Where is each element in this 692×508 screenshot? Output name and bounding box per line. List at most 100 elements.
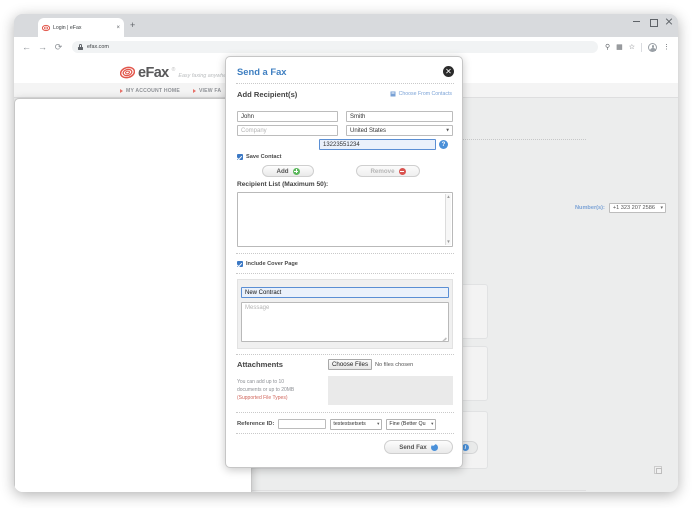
- modal-divider-cover: [236, 273, 454, 274]
- quality-select-2[interactable]: Fine (Better Qu: [386, 419, 436, 430]
- attachment-drop-area[interactable]: [328, 376, 453, 405]
- new-tab-button[interactable]: +: [130, 21, 135, 30]
- close-glyph: ✕: [445, 68, 452, 76]
- profile-avatar[interactable]: [648, 43, 657, 52]
- browser-toolbar: ← → ⟳ efax.com ⚲ ▦ ☆ ⋮: [14, 37, 678, 57]
- remove-button-label: Remove: [370, 168, 394, 175]
- upload-note: You can add up to 10 documents or up to …: [237, 379, 325, 402]
- minimize-icon[interactable]: [633, 18, 640, 25]
- nav-item-label: VIEW FA: [199, 88, 221, 94]
- upload-note-line2: documents or up to 20MB: [237, 387, 325, 395]
- scroll-up-icon[interactable]: ▲: [446, 195, 450, 200]
- message-placeholder: Message: [245, 305, 269, 311]
- chevron-right-icon: [193, 89, 196, 93]
- extensions-icon[interactable]: ▦: [616, 44, 623, 51]
- modal-divider-send: [236, 433, 454, 434]
- browser-tab-title: Login | eFax: [53, 25, 113, 31]
- recipient-list-label: Recipient List (Maximum 50):: [237, 181, 328, 188]
- efax-favicon: [42, 24, 50, 32]
- fax-numbers-row: Number(s): +1 323 207 2586: [575, 203, 666, 213]
- subject-input[interactable]: New Contract: [241, 287, 449, 298]
- nav-item-label: MY ACCOUNT HOME: [126, 88, 180, 94]
- tab-close-icon[interactable]: ×: [116, 25, 120, 31]
- address-bar[interactable]: efax.com: [72, 41, 598, 53]
- attachments-heading: Attachments: [237, 360, 283, 369]
- address-bar-url: efax.com: [87, 44, 109, 50]
- send-fax-button[interactable]: Send Fax: [384, 440, 453, 454]
- choose-from-contacts-label: Choose From Contacts: [399, 91, 452, 97]
- country-select[interactable]: United States ▾: [346, 125, 453, 136]
- numbers-label: Number(s):: [575, 205, 605, 211]
- chevron-right-icon: [120, 89, 123, 93]
- save-contact-checkbox-row[interactable]: Save Contact: [237, 154, 281, 160]
- message-textarea[interactable]: Message: [241, 302, 449, 342]
- reference-id-input[interactable]: [278, 419, 326, 429]
- include-cover-page-label: Include Cover Page: [246, 261, 298, 267]
- window-controls: [633, 18, 672, 25]
- last-name-input[interactable]: Smith: [346, 111, 453, 122]
- efax-logo-text: eFax: [138, 66, 169, 81]
- send-a-fax-dialog: [14, 98, 252, 492]
- info-icon: i: [462, 444, 469, 451]
- close-icon[interactable]: ✕: [443, 66, 454, 77]
- modal-divider-top: [236, 83, 454, 84]
- reference-row: Reference ID: testestsetsets Fine (Bette…: [237, 419, 436, 430]
- textarea-resize-handle[interactable]: [442, 335, 447, 340]
- minus-icon: [399, 168, 406, 175]
- company-input[interactable]: Company: [237, 125, 338, 136]
- add-recipients-heading: Add Recipient(s): [237, 90, 297, 99]
- resize-grip-icon[interactable]: [654, 466, 662, 474]
- remove-recipient-button[interactable]: Remove: [356, 165, 420, 177]
- recipient-list-scrollbar[interactable]: ▲ ▼: [445, 194, 451, 245]
- fax-number-select[interactable]: +1 323 207 2586: [609, 203, 666, 213]
- modal-divider-reference: [236, 412, 454, 413]
- reload-icon[interactable]: ⟳: [54, 43, 63, 52]
- plus-icon: [293, 168, 300, 175]
- contacts-book-icon: [390, 91, 396, 97]
- add-button-label: Add: [276, 168, 288, 175]
- modal-title: Send a Fax: [237, 66, 287, 77]
- save-contact-checkbox[interactable]: [237, 154, 243, 160]
- add-recipient-button[interactable]: Add: [262, 165, 314, 177]
- browser-tab[interactable]: Login | eFax ×: [38, 18, 124, 37]
- supported-file-types-link[interactable]: (Supported File Types): [237, 395, 325, 403]
- forward-icon[interactable]: →: [38, 43, 47, 52]
- lock-icon: [78, 44, 83, 50]
- send-fax-modal: Send a Fax ✕ Add Recipient(s) Choose Fro…: [225, 56, 463, 468]
- include-cover-page-row[interactable]: Include Cover Page: [237, 261, 298, 267]
- screenshot-root: Login | eFax × + ← → ⟳ efax.com ⚲: [0, 0, 692, 508]
- help-icon[interactable]: ?: [439, 140, 448, 149]
- chevron-down-icon: ▾: [446, 128, 449, 134]
- modal-divider-attachments: [236, 354, 454, 355]
- choose-from-contacts-link[interactable]: Choose From Contacts: [390, 91, 452, 97]
- first-name-input[interactable]: John: [237, 111, 338, 122]
- bookmark-star-icon[interactable]: ☆: [629, 44, 635, 51]
- modal-divider-recipients: [236, 253, 454, 254]
- scroll-down-icon[interactable]: ▼: [446, 240, 450, 245]
- reference-id-label: Reference ID:: [237, 421, 274, 427]
- send-arrow-icon: [431, 444, 438, 451]
- browser-tab-strip: Login | eFax × +: [14, 14, 678, 37]
- maximize-icon[interactable]: [649, 18, 656, 25]
- choose-files-button[interactable]: Choose Files: [328, 359, 372, 370]
- toolbar-icons: ⚲ ▦ ☆ ⋮: [605, 43, 670, 52]
- back-icon[interactable]: ←: [22, 43, 31, 52]
- nav-item-my-account-home[interactable]: MY ACCOUNT HOME: [120, 88, 180, 94]
- quality-select-1[interactable]: testestsetsets: [330, 419, 382, 430]
- efax-registered-mark: ®: [172, 67, 176, 73]
- key-icon[interactable]: ⚲: [605, 44, 610, 51]
- menu-kebab-icon[interactable]: ⋮: [663, 44, 670, 51]
- toolbar-divider: [641, 43, 642, 52]
- save-contact-label: Save Contact: [246, 154, 281, 160]
- send-fax-label: Send Fax: [399, 444, 427, 451]
- fax-number-input[interactable]: 13223551234: [319, 139, 436, 150]
- nav-item-view-fax[interactable]: VIEW FA: [193, 88, 221, 94]
- no-files-chosen-text: No files chosen: [375, 362, 413, 368]
- recipient-list-textarea[interactable]: ▲ ▼: [237, 192, 453, 247]
- close-window-icon[interactable]: [665, 18, 672, 25]
- efax-swirl-icon: [120, 65, 135, 80]
- country-select-value: United States: [350, 128, 386, 134]
- efax-logo[interactable]: eFax ® Easy faxing anywhere.: [120, 62, 233, 81]
- upload-note-line1: You can add up to 10: [237, 379, 325, 387]
- include-cover-page-checkbox[interactable]: [237, 261, 243, 267]
